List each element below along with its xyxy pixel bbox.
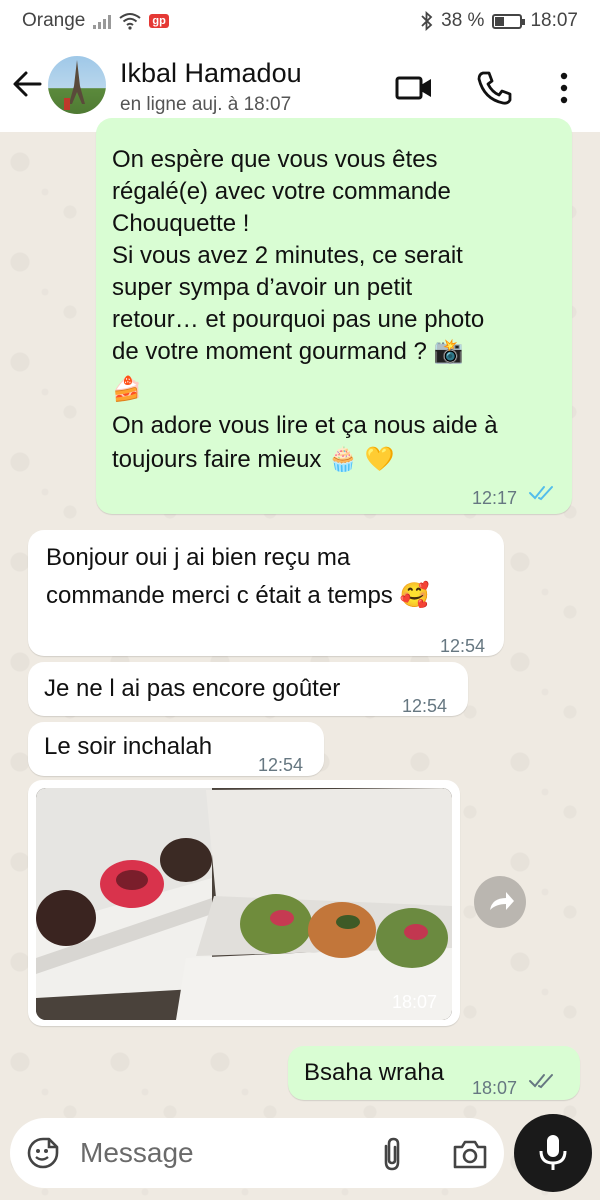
message-text: Bsaha wraha xyxy=(304,1059,445,1086)
signal-icon xyxy=(93,13,112,29)
message-time: 12:54 xyxy=(258,755,304,775)
forward-arrow-icon xyxy=(490,892,514,910)
message-time: 18:07 xyxy=(472,1078,518,1098)
message-time: 12:54 xyxy=(440,636,486,656)
clock: 18:07 xyxy=(530,10,578,31)
read-receipt-icon xyxy=(529,486,553,501)
carrier-label: Orange xyxy=(22,10,86,31)
message-line: de votre moment gourmand ? 📸 xyxy=(112,338,464,365)
message-bubble-outgoing[interactable]: Bsaha wraha 18:07 xyxy=(288,1046,580,1100)
presence-status: en ligne auj. à 18:07 xyxy=(120,94,292,115)
emoji-sticker-icon[interactable] xyxy=(26,1136,60,1170)
image-message-bubble[interactable]: 18:07 xyxy=(28,780,460,1026)
microphone-icon xyxy=(539,1135,567,1170)
battery-percent: 38 % xyxy=(441,10,485,31)
attachment-icon[interactable] xyxy=(378,1136,406,1172)
message-line: retour… et pourquoi pas une photo xyxy=(112,306,485,333)
message-time: 12:54 xyxy=(402,696,448,716)
phone-call-icon[interactable] xyxy=(474,68,514,108)
camera-icon[interactable] xyxy=(452,1138,488,1170)
message-line: 🍰 xyxy=(112,376,142,403)
back-arrow-icon[interactable] xyxy=(12,64,46,104)
battery-icon xyxy=(492,13,526,29)
app-notification-icon: gp xyxy=(149,14,169,28)
message-bubble-incoming[interactable]: Je ne l ai pas encore goûter 12:54 xyxy=(28,662,468,716)
message-time: 12:17 xyxy=(472,488,518,508)
more-options-icon[interactable] xyxy=(546,68,586,108)
message-line: Chouquette ! xyxy=(112,210,250,237)
message-line: super sympa d’avoir un petit xyxy=(112,274,413,301)
read-receipt-icon xyxy=(529,1074,553,1089)
message-line: On adore vous lire et ça nous aide à xyxy=(112,412,498,439)
cookie-box-photo[interactable] xyxy=(36,788,452,1020)
forward-button[interactable] xyxy=(474,876,526,928)
wifi-icon xyxy=(119,13,141,30)
message-composer: Message xyxy=(10,1118,504,1188)
message-line: régalé(e) avec votre commande xyxy=(112,178,451,205)
message-line: On espère que vous vous êtes xyxy=(112,146,438,173)
message-text: Le soir inchalah xyxy=(44,733,213,760)
message-line: commande merci c était a temps 🥰 xyxy=(46,582,430,609)
message-line: toujours faire mieux 🧁 💛 xyxy=(112,446,395,473)
message-text: Je ne l ai pas encore goûter xyxy=(44,675,341,702)
message-bubble-incoming[interactable]: Bonjour oui j ai bien reçu ma commande m… xyxy=(28,530,504,656)
video-call-icon[interactable] xyxy=(394,68,434,108)
message-input[interactable]: Message xyxy=(80,1137,194,1169)
message-time: 18:07 xyxy=(392,992,438,1012)
status-bar: Orange gp 38 % 18:07 xyxy=(0,0,600,42)
avatar[interactable] xyxy=(48,56,106,114)
voice-message-button[interactable] xyxy=(514,1114,592,1192)
message-line: Bonjour oui j ai bien reçu ma xyxy=(46,544,351,571)
message-line: Si vous avez 2 minutes, ce serait xyxy=(112,242,463,269)
message-bubble-incoming[interactable]: Le soir inchalah 12:54 xyxy=(28,722,324,776)
contact-name[interactable]: Ikbal Hamadou xyxy=(120,58,302,89)
bluetooth-icon xyxy=(421,11,433,31)
message-bubble-outgoing[interactable]: On espère que vous vous êtes régalé(e) a… xyxy=(96,118,572,514)
battery-fill xyxy=(495,16,505,26)
